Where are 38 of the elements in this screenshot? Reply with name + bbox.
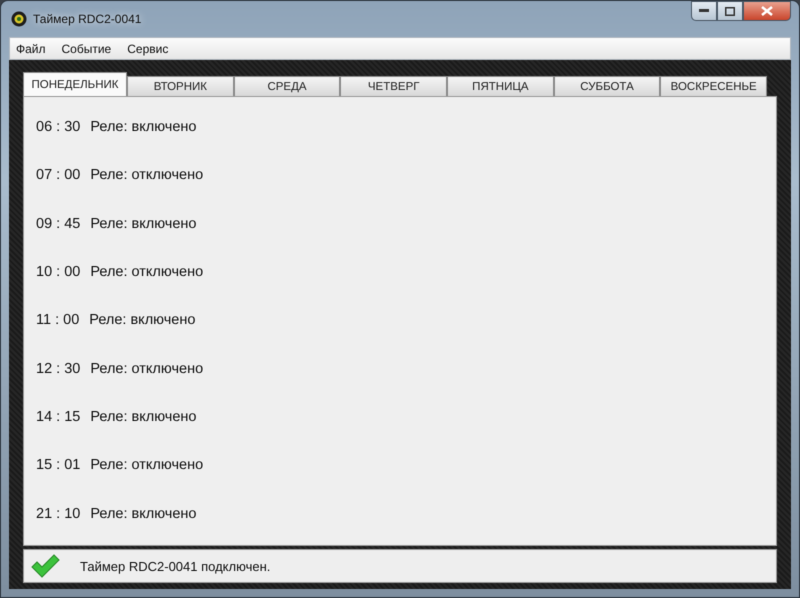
event-time: 14 : 15 [36, 408, 80, 425]
day-tab[interactable]: ВТОРНИК [127, 76, 234, 96]
day-tab[interactable]: ЧЕТВЕРГ [340, 76, 448, 96]
close-icon [761, 6, 773, 16]
window-title: Таймер RDC2-0041 [33, 12, 142, 26]
event-time: 12 : 30 [36, 360, 80, 377]
minimize-icon [699, 9, 709, 13]
day-tab[interactable]: ПЯТНИЦА [447, 76, 554, 96]
menu-item[interactable]: Событие [62, 42, 112, 56]
event-time: 21 : 10 [36, 506, 80, 522]
event-action: Реле: включено [90, 119, 196, 136]
maximize-icon [725, 6, 735, 16]
checkmark-icon [30, 554, 60, 578]
event-action: Реле: отключено [90, 264, 204, 280]
event-time: 09 : 45 [36, 216, 80, 232]
event-action: Реле: включено [90, 408, 196, 425]
event-time: 07 : 00 [36, 167, 80, 184]
app-icon [11, 11, 27, 27]
event-time: 06 : 30 [36, 119, 80, 136]
event-action: Реле: отключено [90, 360, 204, 377]
maximize-button[interactable] [717, 1, 743, 21]
event-action: Реле: включено [90, 216, 196, 232]
day-tab[interactable]: ВОСКРЕСЕНЬЕ [660, 76, 768, 96]
close-button[interactable] [743, 1, 791, 21]
day-tab[interactable]: СУББОТА [554, 76, 660, 96]
event-action: Реле: отключено [90, 457, 204, 474]
event-time: 15 : 01 [36, 457, 80, 474]
event-action: Реле: включено [89, 312, 196, 328]
event-action: Реле: включено [90, 506, 196, 522]
status-text: Таймер RDC2-0041 подключен. [80, 558, 270, 574]
day-tab[interactable]: СРЕДА [234, 76, 340, 96]
menu-item[interactable]: Файл [16, 42, 46, 56]
event-action: Реле: отключено [90, 167, 204, 184]
menu-item[interactable]: Сервис [127, 42, 168, 56]
minimize-button[interactable] [691, 1, 717, 21]
day-tab[interactable]: ПОНЕДЕЛЬНИК [23, 72, 127, 96]
event-time: 11 : 00 [36, 312, 80, 328]
event-time: 10 : 00 [36, 264, 80, 280]
